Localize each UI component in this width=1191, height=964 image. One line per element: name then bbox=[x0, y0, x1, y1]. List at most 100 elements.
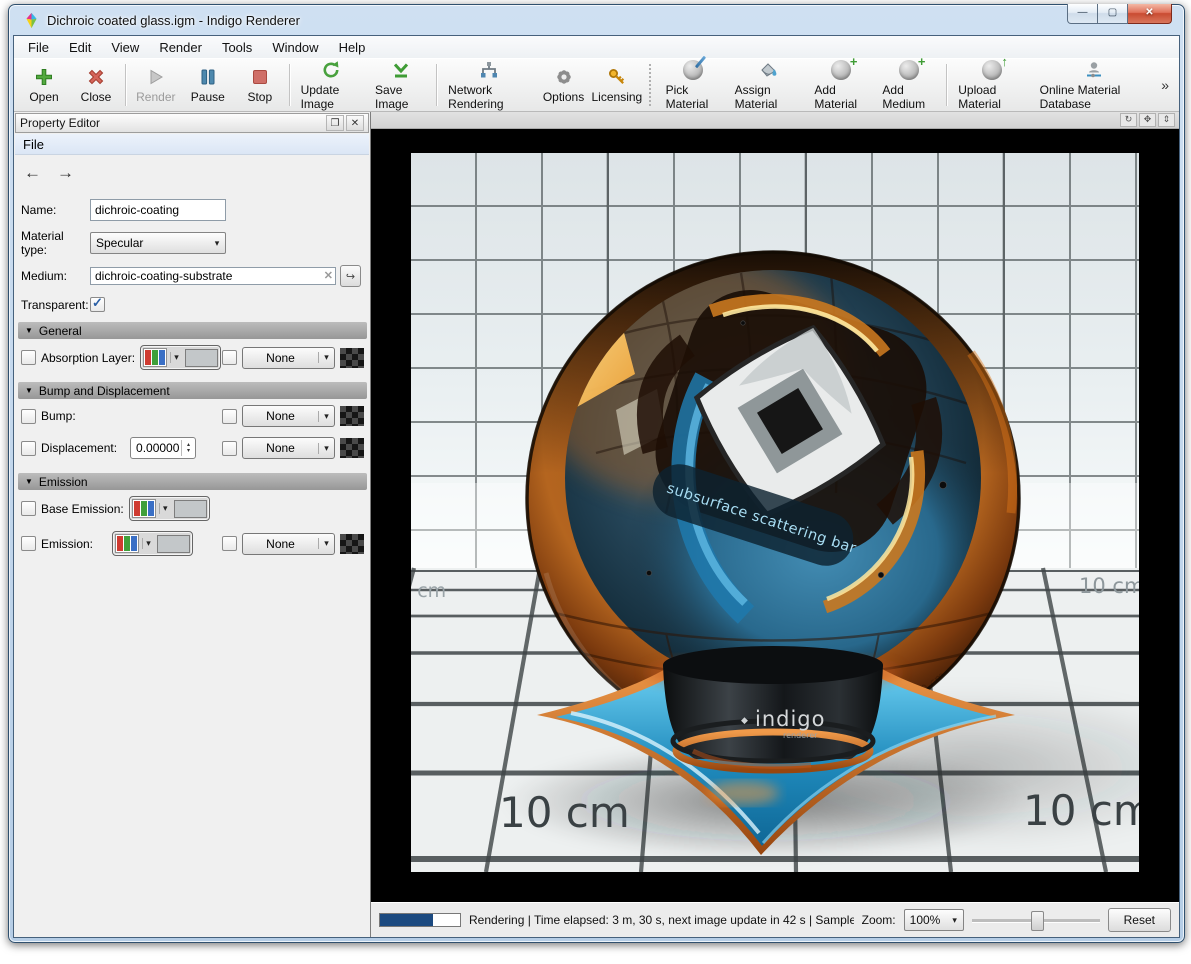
medium-add-icon: + bbox=[899, 54, 925, 81]
add-medium-button[interactable]: + Add Medium bbox=[875, 54, 943, 114]
panel-title: Property Editor bbox=[20, 116, 101, 130]
close-panel-icon[interactable]: ✕ bbox=[346, 115, 364, 131]
base-emission-color-group[interactable]: ▾ bbox=[128, 496, 210, 521]
open-button[interactable]: Open bbox=[18, 64, 70, 107]
medium-input[interactable] bbox=[90, 267, 336, 285]
chevron-down-icon[interactable]: ▾ bbox=[158, 503, 171, 514]
pick-material-button[interactable]: Pick Material bbox=[659, 55, 728, 114]
bump-texture-select[interactable]: None ▾ bbox=[242, 405, 335, 427]
chevron-down-icon[interactable]: ▾ bbox=[170, 352, 182, 363]
menu-file[interactable]: File bbox=[18, 38, 59, 57]
pause-button[interactable]: Pause bbox=[182, 64, 234, 107]
texture-preview-checker[interactable] bbox=[340, 533, 364, 554]
save-image-button[interactable]: Save Image bbox=[368, 57, 433, 114]
zoom-slider[interactable] bbox=[971, 910, 1100, 931]
base-emission-checkbox[interactable] bbox=[21, 501, 36, 516]
emission-color-group[interactable]: ▾ bbox=[112, 531, 194, 556]
upload-material-button[interactable]: ↑ Upload Material bbox=[951, 54, 1032, 114]
texture-preview-checker[interactable] bbox=[340, 347, 364, 368]
bump-checkbox[interactable] bbox=[21, 408, 36, 424]
color-swatch[interactable] bbox=[157, 534, 191, 553]
chevron-down-icon: ▾ bbox=[318, 538, 334, 549]
texture-preview-checker[interactable] bbox=[340, 406, 364, 426]
minimize-button[interactable]: — bbox=[1067, 4, 1098, 24]
refresh-icon bbox=[321, 60, 341, 81]
absorption-layer-checkbox[interactable] bbox=[21, 350, 36, 365]
texture-preview-checker[interactable] bbox=[340, 438, 364, 458]
absorption-color-group[interactable]: ▾ bbox=[140, 345, 222, 370]
stop-button[interactable]: Stop bbox=[234, 64, 286, 107]
render-progress-bar bbox=[379, 913, 461, 927]
zoom-select[interactable]: 100% ▾ bbox=[903, 909, 964, 931]
displacement-label: Displacement: bbox=[41, 441, 118, 455]
floor-label-left: 10 cm bbox=[499, 788, 630, 837]
refresh-view-icon[interactable]: ↻ bbox=[1120, 113, 1137, 127]
download-icon bbox=[391, 60, 411, 81]
displacement-checkbox[interactable] bbox=[21, 440, 36, 456]
absorption-texture-select[interactable]: None ▾ bbox=[242, 346, 335, 369]
menu-help[interactable]: Help bbox=[329, 38, 376, 57]
menu-edit[interactable]: Edit bbox=[59, 38, 101, 57]
assign-material-button[interactable]: Assign Material bbox=[728, 57, 808, 114]
displacement-texture-select[interactable]: None ▾ bbox=[242, 437, 335, 459]
forward-arrow-icon[interactable]: → bbox=[57, 163, 74, 183]
pedestal-logo-sub: renderer bbox=[783, 731, 818, 740]
maximize-button[interactable]: ▢ bbox=[1098, 4, 1128, 24]
displacement-texture-checkbox[interactable] bbox=[222, 440, 237, 456]
menu-window[interactable]: Window bbox=[262, 38, 328, 57]
pause-icon bbox=[198, 67, 218, 88]
bump-label: Bump: bbox=[41, 409, 76, 423]
close-file-button[interactable]: Close bbox=[70, 64, 122, 107]
play-icon bbox=[146, 67, 166, 88]
render-view-toolbar: ↻ ✥ ⇕ bbox=[371, 112, 1179, 129]
title-bar[interactable]: Dichroic coated glass.igm - Indigo Rende… bbox=[9, 4, 1184, 35]
absorption-texture-checkbox[interactable] bbox=[222, 350, 237, 365]
displacement-spinner[interactable]: 0.00000 ▴ ▾ bbox=[130, 437, 197, 459]
emission-texture-checkbox[interactable] bbox=[222, 536, 237, 551]
color-swatch[interactable] bbox=[173, 499, 207, 518]
transparent-checkbox[interactable]: ✓ bbox=[90, 295, 105, 312]
window-title: Dichroic coated glass.igm - Indigo Rende… bbox=[47, 12, 300, 28]
reset-button[interactable]: Reset bbox=[1107, 908, 1171, 932]
emission-checkbox[interactable] bbox=[21, 536, 36, 551]
add-material-button[interactable]: + Add Material bbox=[807, 54, 875, 114]
menu-view[interactable]: View bbox=[101, 38, 149, 57]
licensing-button[interactable]: Licensing bbox=[590, 64, 645, 107]
fit-view-icon[interactable]: ⇕ bbox=[1158, 113, 1175, 127]
chevron-down-icon: ▾ bbox=[214, 237, 220, 248]
online-material-database-button[interactable]: Online Material Database bbox=[1033, 57, 1156, 114]
material-type-select[interactable]: Specular ▾ bbox=[90, 232, 226, 254]
pan-view-icon[interactable]: ✥ bbox=[1139, 113, 1156, 127]
section-general[interactable]: ▼ General bbox=[18, 322, 367, 339]
render-button[interactable]: Render bbox=[130, 64, 182, 107]
menu-tools[interactable]: Tools bbox=[212, 38, 262, 57]
close-button[interactable]: ✕ bbox=[1128, 4, 1172, 24]
spinner-arrows-icon[interactable]: ▴ ▾ bbox=[181, 440, 195, 456]
update-image-button[interactable]: Update Image bbox=[294, 57, 368, 114]
eyedropper-icon bbox=[694, 55, 707, 69]
name-input[interactable] bbox=[90, 199, 226, 221]
panel-title-bar[interactable]: Property Editor ❐ ✕ bbox=[15, 113, 369, 133]
section-bump-displacement[interactable]: ▼ Bump and Displacement bbox=[18, 382, 367, 399]
chevron-down-icon[interactable]: ▾ bbox=[142, 538, 154, 549]
stop-icon bbox=[250, 67, 270, 88]
bump-texture-checkbox[interactable] bbox=[222, 408, 237, 424]
options-button[interactable]: Options bbox=[538, 64, 590, 107]
toolbar-separator bbox=[436, 64, 439, 106]
section-emission[interactable]: ▼ Emission bbox=[18, 473, 367, 490]
chevron-down-icon: ▾ bbox=[318, 442, 334, 454]
float-panel-icon[interactable]: ❐ bbox=[326, 115, 344, 131]
back-arrow-icon[interactable]: ← bbox=[24, 163, 41, 183]
toolbar-separator bbox=[288, 64, 291, 106]
goto-medium-button[interactable]: ↪ bbox=[340, 265, 361, 287]
emission-texture-select[interactable]: None ▾ bbox=[242, 532, 335, 555]
clear-icon[interactable]: ✕ bbox=[324, 269, 333, 282]
color-swatch[interactable] bbox=[185, 348, 219, 367]
slider-handle[interactable] bbox=[1030, 911, 1044, 931]
network-rendering-button[interactable]: Network Rendering bbox=[441, 57, 537, 114]
toolbar-overflow-chevron[interactable]: » bbox=[1155, 77, 1175, 93]
toolbar-drag-handle[interactable] bbox=[649, 64, 653, 106]
render-canvas[interactable]: 10 cm 10 cm bbox=[371, 129, 1179, 902]
menu-render[interactable]: Render bbox=[149, 38, 212, 57]
panel-menu-file[interactable]: File bbox=[23, 137, 44, 152]
